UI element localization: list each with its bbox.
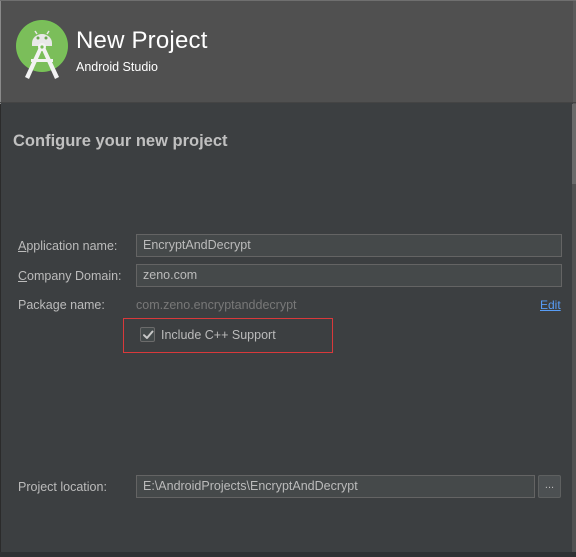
package-name-label: Package name: [18,298,105,312]
application-name-label-text: pplication name: [26,239,118,253]
project-location-field[interactable]: E:\AndroidProjects\EncryptAndDecrypt [136,475,535,498]
header-left-edge [0,1,1,104]
body-left-edge [0,104,1,557]
include-cpp-checkbox[interactable] [140,327,155,342]
new-project-dialog: New Project Android Studio Configure you… [0,0,576,557]
include-cpp-label[interactable]: Include C++ Support [161,328,276,342]
android-studio-logo-icon [16,20,68,79]
dialog-header: New Project Android Studio [0,0,576,104]
company-domain-mnemonic: C [18,269,28,283]
header-divider [0,102,576,103]
company-domain-label: Company Domain: [18,269,122,283]
company-domain-label-text: ompany Domain: [27,269,122,283]
application-name-field[interactable]: EncryptAndDecrypt [136,234,562,257]
dialog-subtitle: Android Studio [76,60,159,74]
package-name-value: com.zeno.encryptanddecrypt [136,298,297,312]
browse-location-button[interactable]: ... [538,475,561,498]
section-title: Configure your new project [13,132,228,150]
project-location-label: Project location: [18,480,107,494]
edit-package-link[interactable]: Edit [540,298,561,312]
dialog-title: New Project [76,27,208,54]
checkmark-icon [143,330,154,339]
company-domain-field[interactable]: zeno.com [136,264,562,287]
bottom-strip [0,552,576,557]
scrollbar[interactable] [572,104,576,184]
application-name-label: Application name: [18,239,117,253]
